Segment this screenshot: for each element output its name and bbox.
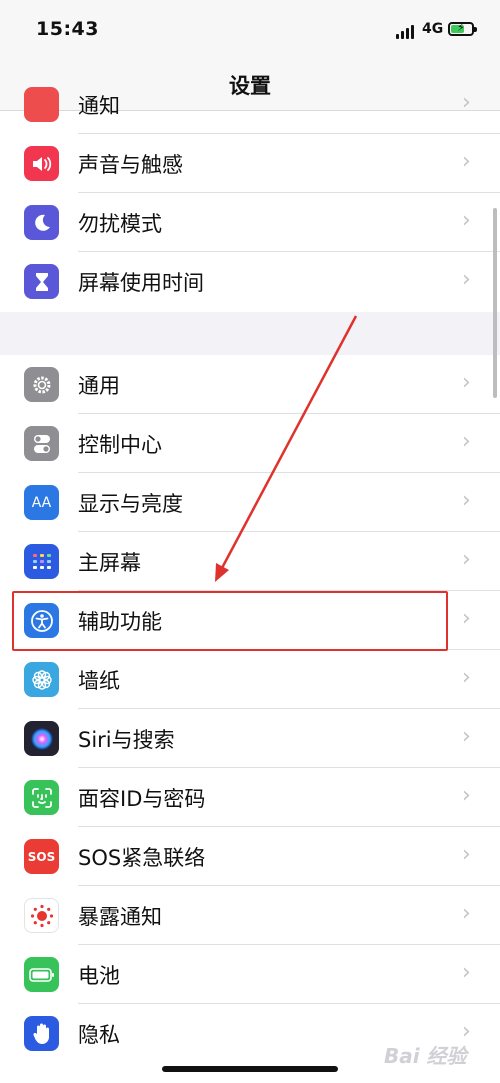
annotation-arrow [215,315,358,582]
home-indicator[interactable] [162,1066,338,1072]
watermark-logo: Bai 经验 [384,1044,467,1068]
annotation-highlight-box [12,591,448,651]
